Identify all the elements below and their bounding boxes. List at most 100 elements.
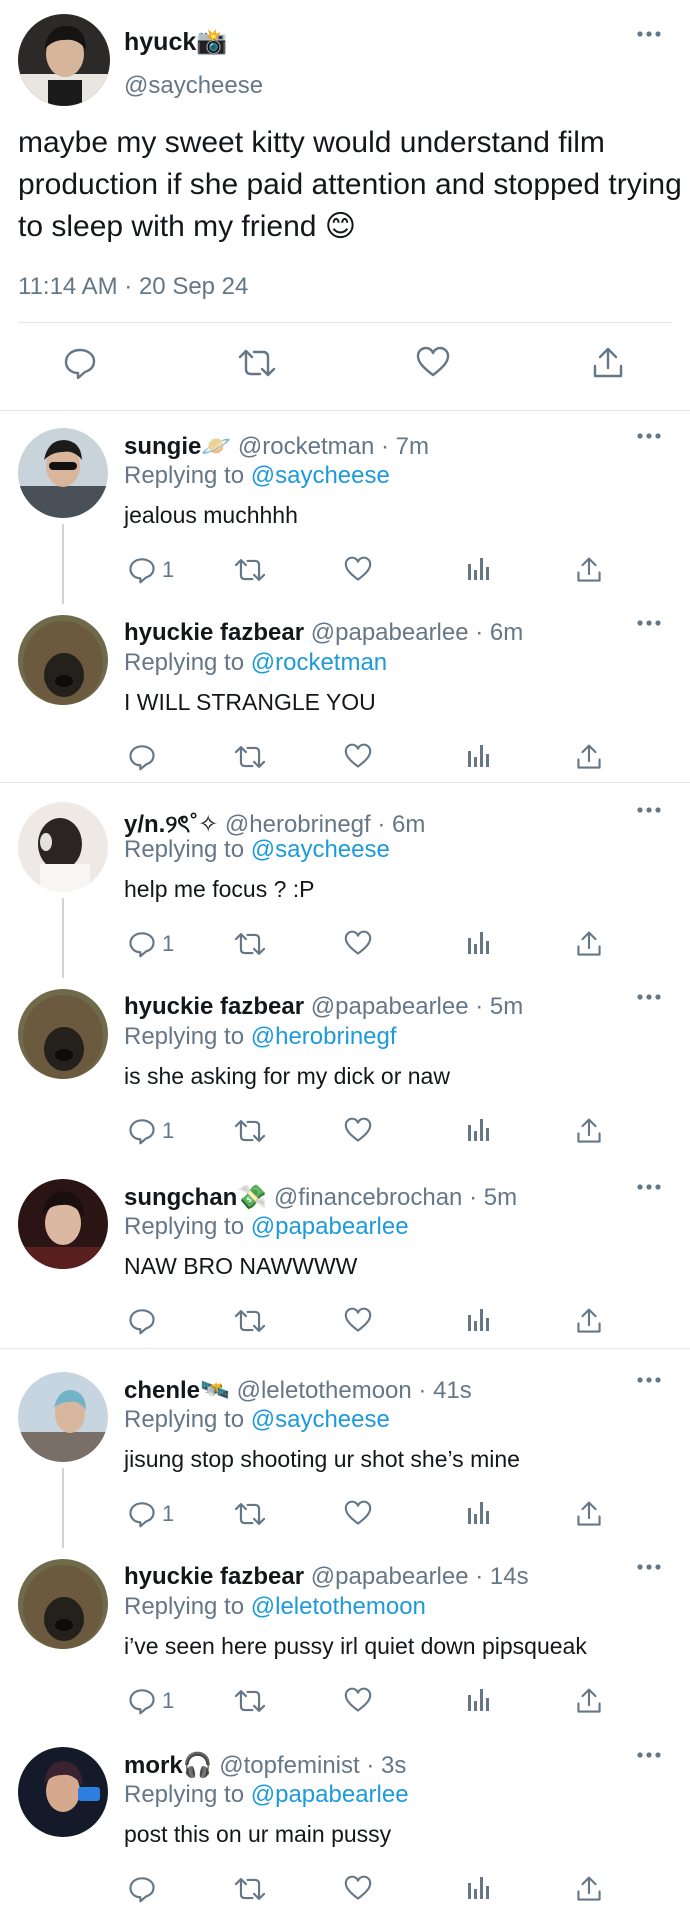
- reply-button[interactable]: [128, 1307, 162, 1335]
- display-name[interactable]: mork🎧: [124, 1752, 213, 1779]
- user-handle[interactable]: @papabearlee: [311, 993, 469, 1020]
- display-name[interactable]: hyuckie fazbear: [124, 1563, 304, 1590]
- user-handle[interactable]: @financebrochan: [274, 1184, 462, 1211]
- avatar[interactable]: [18, 1559, 108, 1649]
- retweet-button[interactable]: [234, 930, 266, 958]
- three-dots-icon[interactable]: [636, 432, 662, 440]
- views-button[interactable]: [467, 556, 491, 580]
- share-button[interactable]: [576, 1117, 602, 1145]
- share-button[interactable]: [576, 1687, 602, 1715]
- like-button[interactable]: [344, 1117, 372, 1143]
- three-dots-icon[interactable]: [636, 1376, 662, 1384]
- share-button[interactable]: [576, 1875, 602, 1903]
- like-button[interactable]: [344, 930, 372, 956]
- reply-tweet[interactable]: sungie🪐 @rocketman · 7m Replying to @sayc…: [0, 416, 690, 604]
- replying-to-handle[interactable]: @saycheese: [251, 836, 390, 863]
- display-name[interactable]: hyuckie fazbear: [124, 619, 304, 646]
- three-dots-icon[interactable]: [636, 30, 662, 38]
- avatar[interactable]: [18, 989, 108, 1079]
- user-handle[interactable]: @topfeminist: [219, 1752, 359, 1779]
- user-handle[interactable]: @herobrinegf: [225, 811, 371, 838]
- reply-button[interactable]: 1: [128, 1500, 174, 1528]
- retweet-arrows-icon[interactable]: [238, 346, 276, 380]
- replying-to-handle[interactable]: @herobrinegf: [251, 1023, 397, 1050]
- reply-button[interactable]: 1: [128, 1117, 174, 1145]
- display-name[interactable]: sungie🪐: [124, 433, 231, 460]
- three-dots-icon[interactable]: [636, 993, 662, 1001]
- retweet-button[interactable]: [234, 1307, 266, 1335]
- replying-to-handle[interactable]: @papabearlee: [251, 1213, 409, 1240]
- replying-to-handle[interactable]: @saycheese: [251, 1406, 390, 1433]
- display-name[interactable]: hyuckie fazbear: [124, 993, 304, 1020]
- reply-tweet[interactable]: mork🎧 @topfeminist · 3s Replying to @papa…: [0, 1735, 690, 1915]
- avatar[interactable]: [18, 14, 110, 106]
- three-dots-icon[interactable]: [636, 619, 662, 627]
- bar-chart-icon: [467, 556, 491, 580]
- replying-to-handle[interactable]: @saycheese: [251, 462, 390, 489]
- views-button[interactable]: [467, 1500, 491, 1524]
- retweet-button[interactable]: [234, 743, 266, 771]
- like-button[interactable]: [344, 556, 372, 582]
- divider: [18, 322, 672, 323]
- heart-icon[interactable]: [416, 346, 450, 378]
- share-button[interactable]: [576, 1500, 602, 1528]
- three-dots-icon[interactable]: [636, 1183, 662, 1191]
- retweet-button[interactable]: [234, 1875, 266, 1903]
- avatar[interactable]: [18, 615, 108, 705]
- views-button[interactable]: [467, 1875, 491, 1899]
- share-button[interactable]: [576, 930, 602, 958]
- replying-to-handle[interactable]: @papabearlee: [251, 1781, 409, 1808]
- display-name[interactable]: y/n.୨ৎ˚✧: [124, 811, 218, 838]
- display-name[interactable]: hyuck📸: [124, 28, 227, 57]
- avatar[interactable]: [18, 1179, 108, 1269]
- reply-button[interactable]: 1: [128, 930, 174, 958]
- display-name[interactable]: sungchan💸: [124, 1184, 267, 1211]
- reply-button[interactable]: 1: [128, 556, 174, 584]
- replying-to-handle[interactable]: @rocketman: [251, 649, 387, 676]
- reply-button[interactable]: [128, 1875, 162, 1903]
- user-handle[interactable]: @papabearlee: [311, 619, 469, 646]
- reply-button[interactable]: 1: [128, 1687, 174, 1715]
- like-button[interactable]: [344, 1875, 372, 1901]
- user-handle[interactable]: @saycheese: [124, 72, 263, 100]
- reply-tweet[interactable]: y/n.୨ৎ˚✧ @herobrinegf · 6m Replying to @s…: [0, 790, 690, 978]
- user-handle[interactable]: @leletothemoon: [237, 1377, 412, 1404]
- reply-tweet[interactable]: hyuckie fazbear @papabearlee · 5m Replyin…: [0, 977, 690, 1157]
- display-name[interactable]: chenle🛰️: [124, 1377, 230, 1404]
- user-handle[interactable]: @papabearlee: [311, 1563, 469, 1590]
- retweet-button[interactable]: [234, 556, 266, 584]
- share-button[interactable]: [576, 556, 602, 584]
- three-dots-icon[interactable]: [636, 1751, 662, 1759]
- reply-tweet[interactable]: hyuckie fazbear @papabearlee · 14s Replyi…: [0, 1547, 690, 1727]
- avatar[interactable]: [18, 1747, 108, 1837]
- avatar[interactable]: [18, 802, 108, 892]
- reply-button[interactable]: [128, 743, 162, 771]
- like-button[interactable]: [344, 1687, 372, 1713]
- reply-tweet[interactable]: hyuckie fazbear @papabearlee · 6m Replyin…: [0, 603, 690, 783]
- retweet-button[interactable]: [234, 1117, 266, 1145]
- share-button[interactable]: [576, 1307, 602, 1335]
- views-button[interactable]: [467, 1307, 491, 1331]
- tweet-text: maybe my sweet kitty would understand fi…: [18, 126, 682, 243]
- views-button[interactable]: [467, 1687, 491, 1711]
- like-button[interactable]: [344, 1500, 372, 1526]
- replying-to-handle[interactable]: @leletothemoon: [251, 1593, 426, 1620]
- replying-to: Replying to @saycheese: [124, 1406, 390, 1434]
- like-button[interactable]: [344, 1307, 372, 1333]
- reply-tweet[interactable]: sungchan💸 @financebrochan · 5m Replying t…: [0, 1167, 690, 1347]
- retweet-button[interactable]: [234, 1500, 266, 1528]
- retweet-button[interactable]: [234, 1687, 266, 1715]
- like-button[interactable]: [344, 743, 372, 769]
- share-button[interactable]: [576, 743, 602, 771]
- share-upload-icon[interactable]: [592, 346, 624, 380]
- three-dots-icon[interactable]: [636, 1563, 662, 1571]
- speech-bubble-icon[interactable]: [63, 346, 97, 380]
- user-handle[interactable]: @rocketman: [238, 433, 374, 460]
- views-button[interactable]: [467, 930, 491, 954]
- views-button[interactable]: [467, 1117, 491, 1141]
- three-dots-icon[interactable]: [636, 806, 662, 814]
- reply-tweet[interactable]: chenle🛰️ @leletothemoon · 41s Replying to…: [0, 1360, 690, 1548]
- views-button[interactable]: [467, 743, 491, 767]
- avatar[interactable]: [18, 1372, 108, 1462]
- avatar[interactable]: [18, 428, 108, 518]
